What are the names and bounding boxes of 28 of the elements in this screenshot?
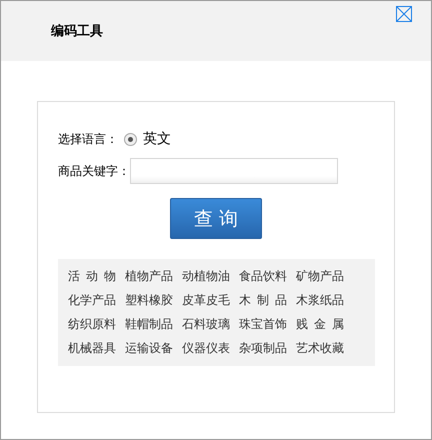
category-link[interactable]: 机械器具 <box>68 336 116 360</box>
category-link[interactable]: 运输设备 <box>125 336 173 360</box>
radio-label[interactable]: 英文 <box>143 130 171 148</box>
keyword-label: 商品关键字： <box>58 162 130 180</box>
category-link[interactable]: 动植物油 <box>182 264 230 288</box>
search-button[interactable]: 查 询 <box>170 198 262 239</box>
radio-button[interactable] <box>124 132 137 146</box>
category-link[interactable]: 化学产品 <box>68 288 116 312</box>
category-link[interactable]: 木制品 <box>239 288 287 312</box>
category-link[interactable]: 矿物产品 <box>296 264 344 288</box>
category-link[interactable]: 艺术收藏 <box>296 336 344 360</box>
category-link[interactable]: 仪器仪表 <box>182 336 230 360</box>
keyword-field[interactable] <box>130 158 338 184</box>
category-link[interactable]: 贱金属 <box>296 312 344 336</box>
category-link[interactable]: 塑料橡胶 <box>125 288 173 312</box>
category-link[interactable]: 杂项制品 <box>239 336 287 360</box>
dialog-title: 编码工具 <box>51 22 103 40</box>
category-link[interactable]: 木浆纸品 <box>296 288 344 312</box>
category-link[interactable]: 珠宝首饰 <box>239 312 287 336</box>
category-link[interactable]: 石料玻璃 <box>182 312 230 336</box>
close-icon[interactable] <box>396 6 412 22</box>
language-label: 选择语言： <box>58 130 119 148</box>
category-link[interactable]: 活动物 <box>68 264 116 288</box>
category-link[interactable]: 植物产品 <box>125 264 173 288</box>
category-link[interactable]: 皮革皮毛 <box>182 288 230 312</box>
category-link[interactable]: 纺织原料 <box>68 312 116 336</box>
category-link[interactable]: 食品饮料 <box>239 264 287 288</box>
category-link[interactable]: 鞋帽制品 <box>125 312 173 336</box>
